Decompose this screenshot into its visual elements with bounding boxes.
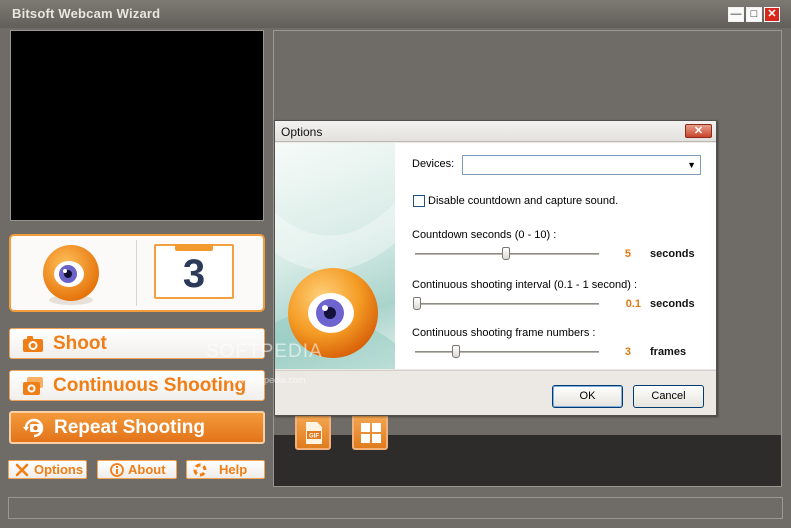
frames-value: 3	[624, 346, 631, 358]
interval-slider-track	[415, 303, 599, 305]
devices-select[interactable]: ▼	[462, 155, 701, 175]
export-toolbar	[274, 435, 781, 486]
about-label: About	[128, 462, 166, 477]
multi-camera-icon	[23, 377, 43, 395]
repeat-shooting-button[interactable]: Repeat Shooting	[9, 411, 265, 444]
grid-icon	[361, 423, 381, 443]
close-icon: ✕	[693, 125, 704, 137]
disable-sound-checkbox[interactable]	[413, 195, 425, 207]
status-bar	[8, 497, 783, 519]
camera-icon	[23, 336, 43, 352]
counter-panel: 3	[9, 234, 265, 312]
dialog-footer: OK Cancel	[275, 370, 716, 415]
countdown-value: 3	[182, 252, 206, 296]
maximize-icon: □	[750, 8, 758, 20]
devices-label: Devices:	[412, 158, 455, 170]
info-icon	[110, 463, 124, 477]
countdown-label: Countdown seconds (0 - 10) :	[412, 229, 557, 241]
interval-unit: seconds	[650, 298, 695, 310]
gif-export-button[interactable]: GIF	[295, 414, 331, 450]
countdown-unit: seconds	[650, 248, 695, 260]
about-button[interactable]: About	[97, 460, 177, 479]
countdown-tab	[175, 244, 213, 251]
frames-slider[interactable]	[452, 345, 460, 358]
repeat-shooting-label: Repeat Shooting	[54, 417, 205, 438]
continuous-shooting-button[interactable]: Continuous Shooting	[9, 370, 265, 401]
maximize-button[interactable]: □	[746, 7, 762, 22]
ok-button[interactable]: OK	[552, 385, 623, 408]
dialog-title-bar	[275, 121, 716, 142]
lifebuoy-icon	[193, 463, 207, 477]
options-button[interactable]: Options	[8, 460, 87, 479]
options-dialog: Options ✕ Devices: ▼ Disable countdown a	[274, 120, 717, 416]
shoot-label: Shoot	[53, 333, 107, 354]
svg-text:GIF: GIF	[309, 434, 319, 440]
webcam-preview	[10, 30, 264, 221]
repeat-camera-icon	[23, 418, 44, 438]
countdown-slider[interactable]	[502, 247, 510, 260]
interval-label: Continuous shooting interval (0.1 - 1 se…	[412, 279, 638, 291]
eye-mascot-icon	[43, 245, 99, 305]
dialog-close-button[interactable]: ✕	[685, 124, 712, 138]
cancel-button[interactable]: Cancel	[633, 385, 704, 408]
dialog-body: Devices: ▼ Disable countdown and capture…	[275, 143, 716, 369]
watermark: SOFTPEDIA	[206, 341, 323, 362]
countdown-value: 5	[624, 248, 631, 260]
help-button[interactable]: Help	[186, 460, 265, 479]
dialog-side-art	[275, 143, 395, 369]
disable-sound-label: Disable countdown and capture sound.	[428, 195, 619, 207]
interval-value: 0.1	[625, 298, 641, 310]
minimize-icon: —	[730, 8, 742, 20]
counter-divider	[136, 240, 137, 306]
chevron-down-icon: ▼	[687, 160, 696, 170]
app-title: Bitsoft Webcam Wizard	[12, 6, 161, 21]
interval-slider[interactable]	[413, 297, 421, 310]
frames-unit: frames	[650, 346, 687, 358]
watermark-url: www.softpedia.com	[228, 375, 306, 385]
dialog-title: Options	[281, 125, 323, 139]
help-label: Help	[219, 462, 248, 477]
gif-icon: GIF	[306, 422, 322, 444]
frames-label: Continuous shooting frame numbers :	[412, 327, 596, 339]
minimize-button[interactable]: —	[728, 7, 744, 22]
close-button[interactable]: ✕	[764, 7, 780, 22]
dialog-art-graphic	[275, 203, 395, 369]
options-label: Options	[34, 462, 84, 477]
tools-icon	[15, 463, 29, 477]
frames-slider-track	[415, 351, 599, 353]
continuous-shooting-label: Continuous Shooting	[53, 375, 247, 396]
close-icon: ✕	[767, 8, 777, 20]
grid-layout-button[interactable]	[352, 414, 388, 450]
